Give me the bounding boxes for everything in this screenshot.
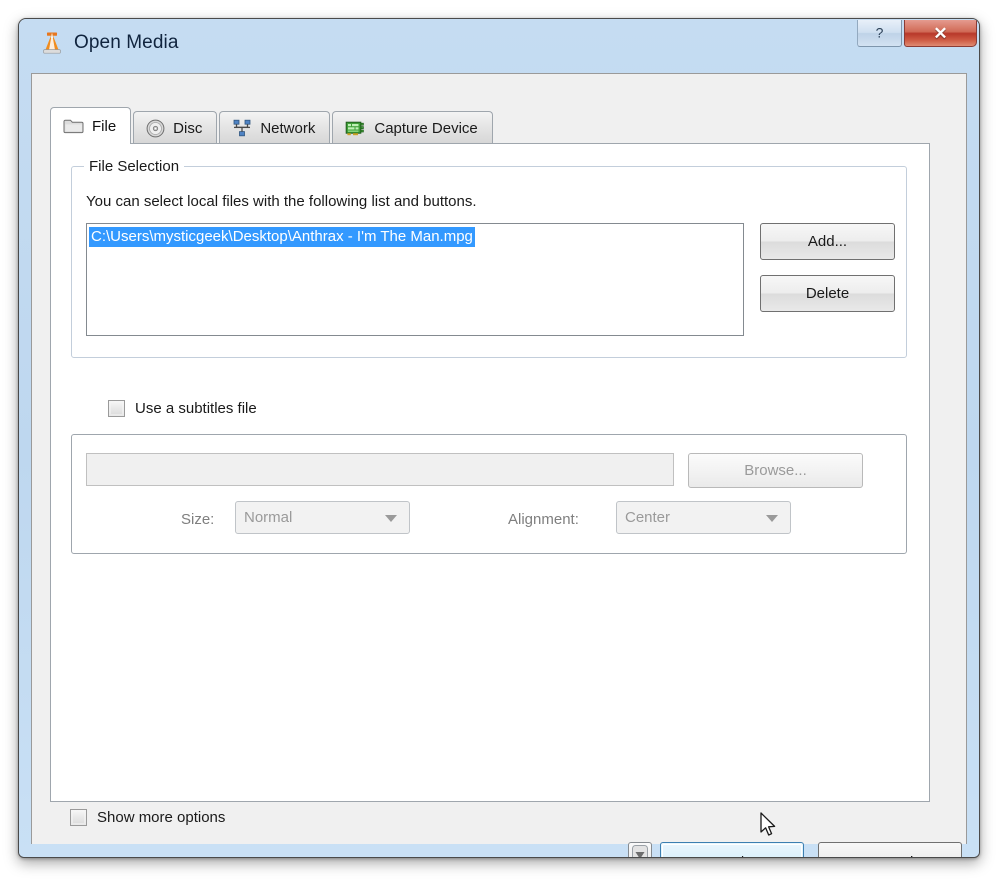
svg-text:?: ? bbox=[876, 25, 884, 41]
tab-disc[interactable]: Disc bbox=[133, 111, 218, 144]
help-button[interactable]: ? bbox=[857, 20, 902, 47]
tab-file-label: File bbox=[92, 117, 117, 135]
use-subtitles-label: Use a subtitles file bbox=[135, 400, 257, 417]
subtitles-path-input[interactable] bbox=[86, 453, 674, 486]
window-controls: ? ✕ bbox=[857, 20, 977, 47]
network-icon bbox=[232, 119, 252, 137]
file-selection-group: File Selection You can select local file… bbox=[71, 158, 907, 358]
tab-bar: File Disc Network Capture Device bbox=[50, 107, 495, 144]
cancel-button[interactable]: Cancel bbox=[818, 842, 962, 858]
add-button[interactable]: Add... bbox=[760, 223, 895, 260]
subtitles-settings-group: Browse... Size: Normal Alignment: Center bbox=[71, 434, 907, 554]
tab-disc-label: Disc bbox=[173, 119, 203, 137]
subtitle-alignment-select[interactable]: Center bbox=[616, 501, 791, 534]
convert-save-button[interactable]: Convert / Save bbox=[660, 842, 804, 858]
open-media-dialog: Open Media ? ✕ File Disc Network Capture… bbox=[18, 18, 980, 858]
capture-card-icon bbox=[345, 120, 366, 137]
delete-button[interactable]: Delete bbox=[760, 275, 895, 312]
tab-network-label: Network bbox=[260, 119, 316, 137]
cancel-button-label: Cancel bbox=[867, 854, 914, 858]
chevron-down-icon bbox=[766, 514, 778, 522]
file-selection-hint: You can select local files with the foll… bbox=[86, 193, 477, 210]
subtitle-size-value: Normal bbox=[244, 509, 293, 526]
vlc-cone-icon bbox=[41, 31, 63, 55]
chevron-down-icon bbox=[632, 845, 648, 857]
file-selection-group-title: File Selection bbox=[84, 158, 185, 175]
chevron-down-icon bbox=[385, 514, 397, 522]
question-mark-icon: ? bbox=[876, 25, 884, 41]
subtitle-alignment-value: Center bbox=[625, 509, 671, 526]
close-button[interactable]: ✕ bbox=[904, 20, 977, 47]
tab-capture-device[interactable]: Capture Device bbox=[332, 111, 493, 144]
show-more-options-row[interactable]: Show more options bbox=[70, 809, 225, 826]
subtitle-size-select[interactable]: Normal bbox=[235, 501, 410, 534]
subtitle-size-label: Size: bbox=[181, 511, 215, 528]
use-subtitles-checkbox-row[interactable]: Use a subtitles file bbox=[108, 400, 257, 417]
file-list-item[interactable]: C:\Users\mysticgeek\Desktop\Anthrax - I'… bbox=[89, 227, 475, 247]
window-title: Open Media bbox=[74, 32, 179, 53]
convert-save-dropdown-toggle[interactable] bbox=[628, 842, 652, 857]
show-more-options-label: Show more options bbox=[97, 809, 226, 826]
tab-file[interactable]: File bbox=[50, 107, 132, 144]
add-button-label: Add... bbox=[807, 233, 848, 250]
show-more-options-checkbox[interactable] bbox=[70, 809, 87, 826]
tab-capture-device-label: Capture Device bbox=[374, 119, 478, 137]
dialog-client-area: File Disc Network Capture Device File Se… bbox=[31, 73, 967, 857]
tab-network[interactable]: Network bbox=[219, 111, 331, 144]
disc-icon bbox=[146, 119, 165, 138]
tab-panel-file: File Selection You can select local file… bbox=[50, 143, 930, 802]
folder-icon bbox=[63, 118, 84, 134]
subtitle-alignment-label: Alignment: bbox=[508, 511, 579, 528]
screen: Open Media ? ✕ File Disc Network Capture… bbox=[0, 0, 1000, 895]
title-bar: Open Media ? ✕ bbox=[19, 19, 979, 73]
window-inner: Open Media ? ✕ File Disc Network Capture… bbox=[19, 19, 979, 857]
delete-button-label: Delete bbox=[805, 285, 850, 302]
browse-button-label: Browse... bbox=[744, 462, 807, 479]
title-bar-left: Open Media bbox=[41, 31, 179, 55]
browse-button[interactable]: Browse... bbox=[688, 453, 863, 488]
convert-save-button-label: Convert / Save bbox=[682, 854, 781, 858]
use-subtitles-checkbox[interactable] bbox=[108, 400, 125, 417]
file-list[interactable]: C:\Users\mysticgeek\Desktop\Anthrax - I'… bbox=[86, 223, 744, 336]
close-icon: ✕ bbox=[933, 23, 948, 43]
